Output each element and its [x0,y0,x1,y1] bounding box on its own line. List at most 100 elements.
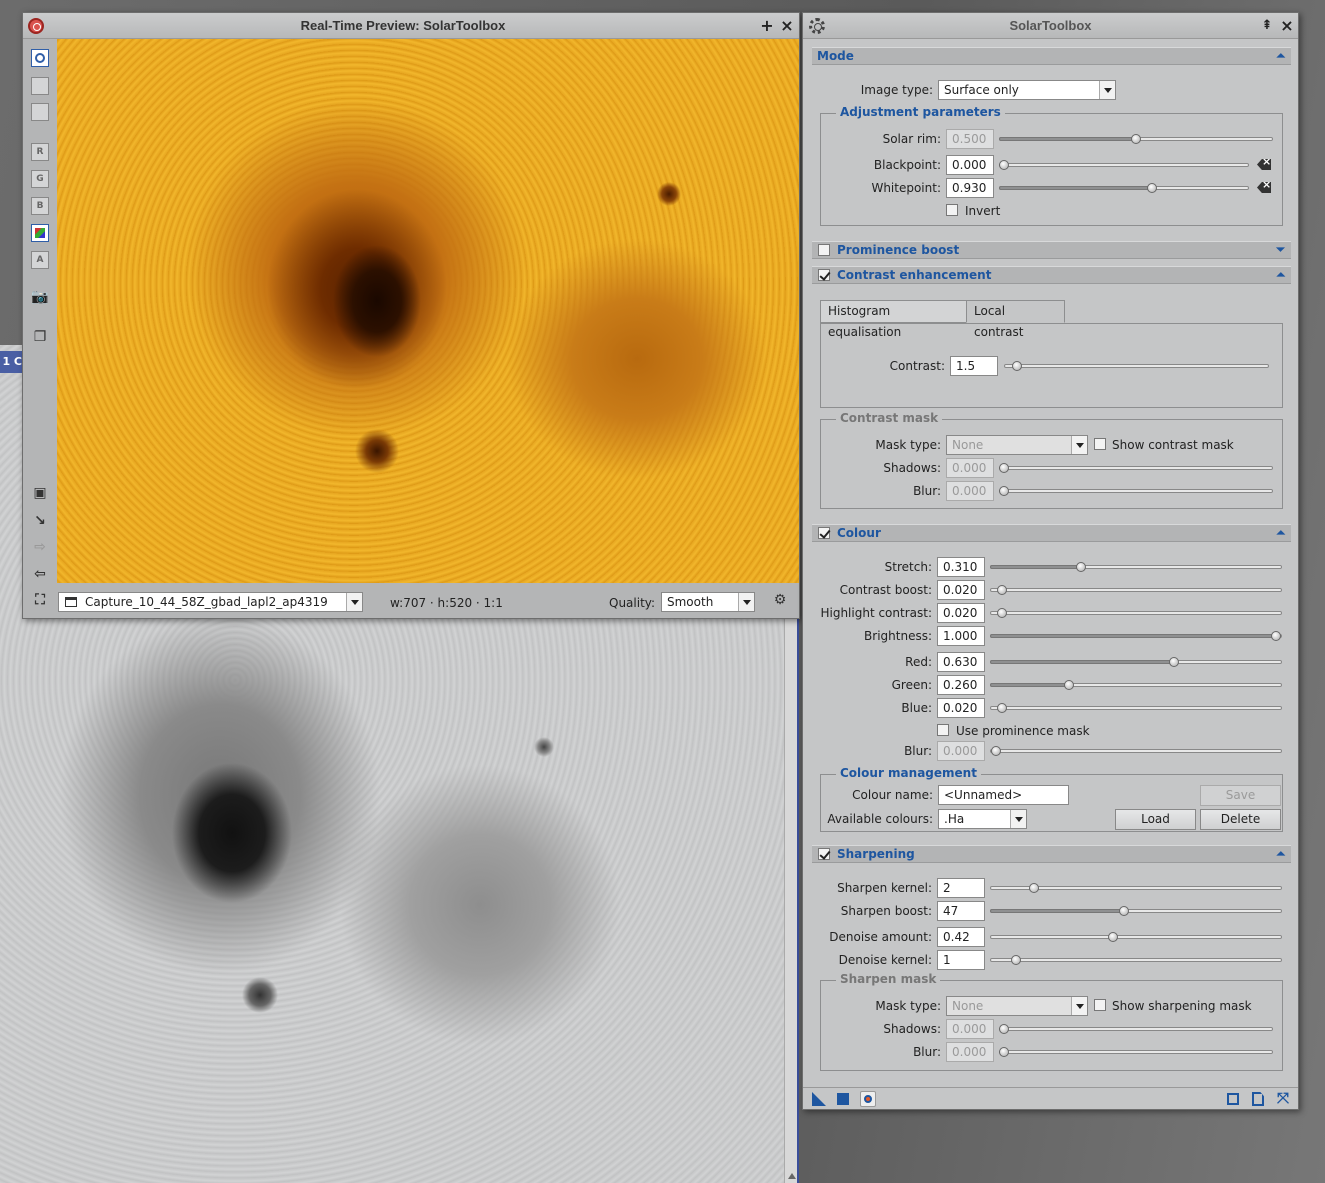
colour-checkbox[interactable] [818,527,830,539]
close-icon[interactable]: × [1278,17,1296,35]
section-mode-header[interactable]: Mode ⏶ [812,47,1291,65]
green-input[interactable]: 0.260 [937,675,985,695]
forward-arrow-icon[interactable]: ⇨ [31,539,49,557]
collapse-chevron-icon[interactable]: ⏶ [1276,526,1285,540]
save-colour-button[interactable]: Save [1200,785,1281,806]
contrast-mask-type-select[interactable]: None [946,435,1088,455]
sharpen-boost-slider[interactable] [990,906,1282,916]
shade-plus-icon[interactable]: + [758,17,776,35]
red-input[interactable]: 0.630 [937,652,985,672]
pan-mode-icon[interactable] [31,103,49,121]
colour-blur-slider[interactable] [990,746,1282,756]
solar-rim-slider[interactable] [999,134,1273,144]
blue-input[interactable]: 0.020 [937,698,985,718]
sharpen-kernel-input[interactable]: 2 [937,878,985,898]
stretch-slider[interactable] [990,562,1282,572]
whitepoint-input[interactable]: 0.930 [946,178,994,198]
toolbox-titlebar[interactable]: SolarToolbox ⇞ × [803,13,1298,39]
denoise-kernel-slider[interactable] [990,955,1282,965]
real-time-preview-icon[interactable] [860,1091,876,1107]
green-slider[interactable] [990,680,1282,690]
contrast-shadows-slider[interactable] [999,463,1273,473]
colour-name-input[interactable]: <Unnamed> [938,785,1069,805]
preview-sunspot-image[interactable] [57,39,799,583]
chevron-down-icon[interactable] [1010,810,1026,828]
show-sharpening-mask-checkbox[interactable] [1094,999,1106,1011]
new-window-icon[interactable]: ❐ [31,329,49,347]
channel-g-button[interactable]: G [31,170,49,188]
contrast-blur-slider[interactable] [999,486,1273,496]
colour-blur-input[interactable]: 0.000 [937,741,985,761]
red-slider[interactable] [990,657,1282,667]
contrast-boost-input[interactable]: 0.020 [937,580,985,600]
sharpen-mask-type-select[interactable]: None [946,996,1088,1016]
denoise-kernel-input[interactable]: 1 [937,950,985,970]
prominence-checkbox[interactable] [818,244,830,256]
denoise-amount-slider[interactable] [990,932,1282,942]
tab-histogram-equalisation[interactable]: Histogram equalisation [820,300,967,339]
section-prominence-header[interactable]: Prominence boost ⏷ [812,241,1291,259]
contrast-blur-input[interactable]: 0.000 [946,481,994,501]
zoom-to-arrow-icon[interactable]: ↘ [31,513,49,531]
sharpen-shadows-input[interactable]: 0.000 [946,1019,994,1039]
scroll-up-arrow-icon[interactable] [788,1173,796,1179]
invert-checkbox[interactable] [946,204,958,216]
shade-icon[interactable]: ⇞ [1258,17,1276,35]
chevron-down-icon[interactable] [1099,81,1115,99]
back-arrow-icon[interactable]: ⇦ [31,566,49,584]
contrast-shadows-input[interactable]: 0.000 [946,458,994,478]
solar-rim-input[interactable]: 0.500 [946,129,994,149]
close-icon[interactable]: × [778,17,796,35]
image-window-tab[interactable]: 1 C [0,351,24,373]
delete-colour-button[interactable]: Delete [1200,809,1281,830]
highlight-contrast-input[interactable]: 0.020 [937,603,985,623]
resize-arrows-icon[interactable]: ⤧ [1277,1091,1291,1106]
contrast-input[interactable]: 1.5 [950,356,998,376]
sharpen-boost-input[interactable]: 47 [937,901,985,921]
sharpen-kernel-slider[interactable] [990,883,1282,893]
apply-global-square-icon[interactable] [837,1093,849,1105]
section-contrast-header[interactable]: Contrast enhancement ⏶ [812,266,1291,284]
sharpen-shadows-slider[interactable] [999,1024,1273,1034]
contrast-checkbox[interactable] [818,269,830,281]
brightness-input[interactable]: 1.000 [937,626,985,646]
channel-rgb-button[interactable] [31,224,49,242]
chevron-down-icon[interactable] [346,593,362,611]
camera-icon[interactable]: 📷 [31,289,49,307]
contrast-boost-slider[interactable] [990,585,1282,595]
blackpoint-input[interactable]: 0.000 [946,155,994,175]
zoom-mode-icon[interactable] [31,77,49,95]
denoise-amount-input[interactable]: 0.42 [937,927,985,947]
load-colour-button[interactable]: Load [1115,809,1196,830]
collapse-chevron-icon[interactable]: ⏶ [1276,847,1285,861]
image-type-select[interactable]: Surface only [938,80,1116,100]
tab-local-contrast[interactable]: Local contrast [966,300,1065,339]
preview-titlebar[interactable]: Real-Time Preview: SolarToolbox + × [23,13,799,39]
new-instance-triangle-icon[interactable] [812,1092,826,1106]
section-colour-header[interactable]: Colour ⏶ [812,524,1291,542]
blackpoint-slider[interactable] [999,160,1249,170]
expand-chevron-icon[interactable]: ⏷ [1276,243,1285,257]
settings-gear-icon[interactable]: ⚙ [771,592,789,610]
channel-b-button[interactable]: B [31,197,49,215]
available-colours-select[interactable]: .Ha [938,809,1027,829]
channel-r-button[interactable]: R [31,143,49,161]
fit-view-icon[interactable]: ▣ [31,485,49,503]
sharpening-checkbox[interactable] [818,848,830,860]
highlight-contrast-slider[interactable] [990,608,1282,618]
quality-select[interactable]: Smooth [661,592,755,612]
sharpen-blur-input[interactable]: 0.000 [946,1042,994,1062]
zoom-fit-icon[interactable]: ⛶ [31,592,49,610]
readout-mode-icon[interactable] [31,49,49,67]
browse-documentation-icon[interactable] [1227,1093,1239,1105]
stretch-input[interactable]: 0.310 [937,557,985,577]
blue-slider[interactable] [990,703,1282,713]
show-contrast-mask-checkbox[interactable] [1094,438,1106,450]
use-prominence-mask-checkbox[interactable] [937,724,949,736]
chevron-down-icon[interactable] [1071,436,1087,454]
reset-document-icon[interactable] [1252,1092,1264,1106]
chevron-down-icon[interactable] [738,593,754,611]
brightness-slider[interactable] [990,631,1282,641]
collapse-chevron-icon[interactable]: ⏶ [1276,49,1285,63]
whitepoint-slider[interactable] [999,183,1249,193]
